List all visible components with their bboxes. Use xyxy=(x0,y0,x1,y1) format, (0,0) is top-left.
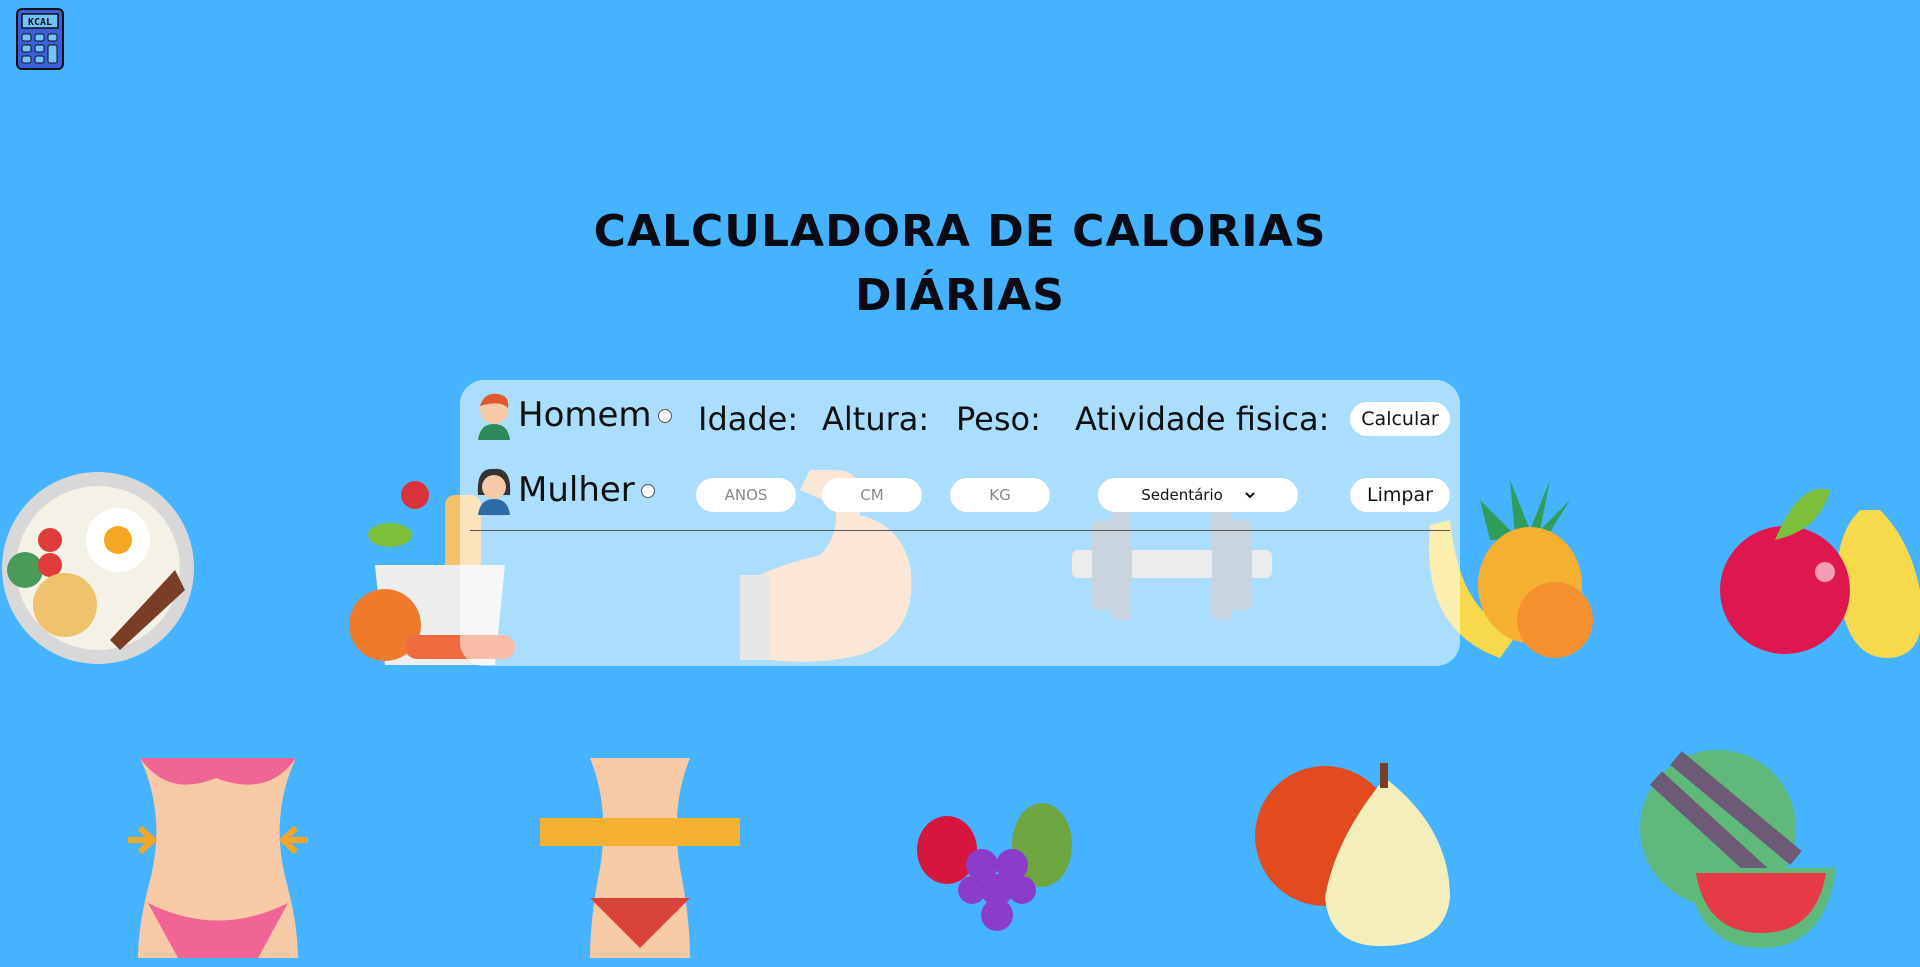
height-label: Altura: xyxy=(822,400,930,438)
chevron-down-icon xyxy=(1245,492,1255,499)
gender-male-option[interactable]: Homem xyxy=(474,390,672,440)
form-divider xyxy=(470,530,1450,531)
gender-female-option[interactable]: Mulher xyxy=(474,465,655,515)
watermelon-icon xyxy=(1640,750,1836,948)
apple-pear-icon xyxy=(1720,488,1920,659)
activity-select-value: Sedentário xyxy=(1141,486,1223,504)
calculate-button[interactable]: Calcular xyxy=(1350,402,1450,436)
age-input[interactable]: ANOS xyxy=(696,478,796,512)
activity-label: Atividade fisica: xyxy=(1075,400,1330,438)
female-avatar-icon xyxy=(477,468,511,515)
fruit-mix-icon xyxy=(917,803,1072,931)
weight-label: Peso: xyxy=(956,400,1041,438)
male-avatar-icon xyxy=(478,393,510,440)
gender-female-radio[interactable] xyxy=(640,484,655,498)
gender-female-label: Mulher xyxy=(518,470,635,510)
gender-male-radio[interactable] xyxy=(657,409,672,423)
slim-waist-icon xyxy=(128,758,308,958)
orange-pear-icon xyxy=(1255,763,1450,947)
breakfast-plate-icon xyxy=(2,472,194,664)
page-title: CALCULADORA DE CALORIAS DIÁRIAS xyxy=(593,206,1327,321)
measuring-waist-icon xyxy=(540,758,740,958)
age-label: Idade: xyxy=(698,400,799,438)
kcal-calculator-icon: KCAL xyxy=(16,8,64,70)
svg-text:KCAL: KCAL xyxy=(28,17,52,28)
activity-select[interactable]: Sedentário xyxy=(1098,478,1298,512)
weight-input[interactable]: KG xyxy=(950,478,1050,512)
clear-button[interactable]: Limpar xyxy=(1350,478,1450,512)
gender-male-label: Homem xyxy=(518,395,652,435)
height-input[interactable]: CM xyxy=(822,478,922,512)
calculator-form-panel: Homem Mulher Idade: Altura: Peso: Ativid… xyxy=(460,380,1460,666)
